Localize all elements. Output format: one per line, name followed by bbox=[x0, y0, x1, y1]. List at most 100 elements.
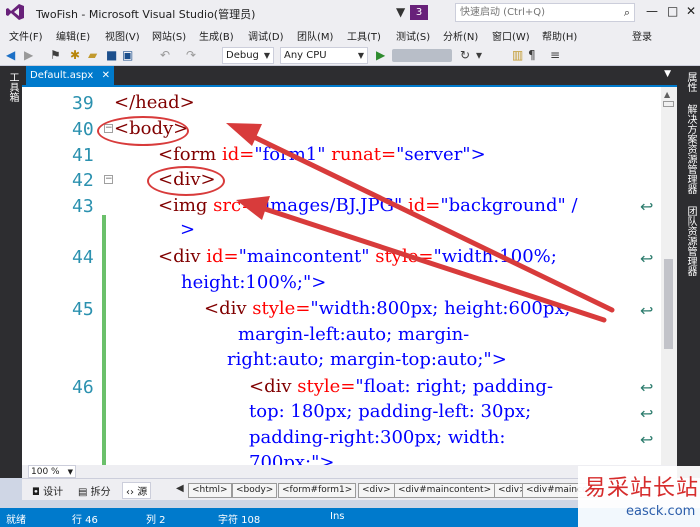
redo-icon[interactable]: ↷ bbox=[186, 48, 196, 62]
status-ready: 就绪 bbox=[6, 515, 26, 526]
code-editor[interactable]: 39 40 41 42 43 44 45 46 − − </head> <bod… bbox=[22, 87, 677, 465]
breadcrumb-div[interactable]: <div> bbox=[358, 483, 395, 498]
forward-icon[interactable]: ▶ bbox=[24, 48, 33, 62]
zoom-select[interactable]: 100 % ▼ bbox=[28, 465, 76, 478]
menu-window[interactable]: 窗口(W) bbox=[492, 28, 530, 43]
annotation-circle-div bbox=[147, 166, 225, 196]
code-line-39: </head> bbox=[114, 92, 195, 113]
menu-analyze[interactable]: 分析(N) bbox=[443, 28, 478, 43]
menu-test[interactable]: 测试(S) bbox=[396, 28, 430, 43]
breadcrumb-body[interactable]: <body> bbox=[232, 483, 278, 498]
code-line-46-wrap: padding-right:300px; width: bbox=[249, 427, 505, 448]
dropdown-icon[interactable]: ▾ bbox=[476, 48, 482, 62]
line-number: 46 bbox=[72, 377, 94, 398]
code-line-46-wrap: top: 180px; padding-left: 30px; bbox=[249, 401, 531, 422]
status-insert-mode: Ins bbox=[330, 511, 345, 522]
open-file-icon[interactable]: ▰ bbox=[88, 48, 97, 62]
scrollbar-thumb[interactable] bbox=[664, 259, 673, 349]
chevron-down-icon: ▼ bbox=[357, 51, 364, 60]
minimize-button[interactable]: — bbox=[646, 4, 658, 18]
attr-text: id= bbox=[402, 195, 441, 216]
watermark-en: easck.com bbox=[626, 504, 696, 519]
filter-icon[interactable]: ▼ bbox=[396, 5, 405, 19]
left-gap bbox=[0, 478, 22, 508]
annotation-circle-body bbox=[97, 116, 189, 146]
menu-build[interactable]: 生成(B) bbox=[199, 28, 234, 43]
quick-launch-input[interactable] bbox=[456, 4, 612, 21]
source-view-button[interactable]: ‹› 源 bbox=[122, 482, 152, 499]
search-icon[interactable]: ⌕ bbox=[624, 6, 630, 20]
value-text: "form1" bbox=[254, 144, 326, 165]
close-button[interactable]: ✕ bbox=[686, 4, 696, 18]
document-tab-strip: Default.aspx ✕ ▼ bbox=[22, 66, 677, 87]
blurred-browser-target[interactable] bbox=[392, 49, 452, 62]
new-project-icon[interactable]: ✱ bbox=[70, 48, 80, 62]
undo-icon[interactable]: ↶ bbox=[160, 48, 170, 62]
split-view-button[interactable]: ▤ 拆分 bbox=[78, 483, 111, 498]
attr-text: runat= bbox=[325, 144, 397, 165]
design-view-button[interactable]: ◘ 设计 bbox=[32, 483, 63, 498]
line-number: 43 bbox=[72, 196, 94, 217]
attr-text: id= bbox=[221, 144, 255, 165]
back-icon[interactable]: ◀ bbox=[6, 48, 15, 62]
notification-badge[interactable]: 3 bbox=[410, 5, 428, 20]
solution-explorer-tab[interactable]: 解决方案资源管理器 bbox=[683, 104, 698, 194]
code-line-44-wrap: height:100%;"> bbox=[181, 272, 326, 293]
value-text: "width:800px; height:600px; bbox=[310, 298, 571, 319]
menu-view[interactable]: 视图(V) bbox=[105, 28, 140, 43]
punct-text: > bbox=[470, 144, 486, 165]
chevron-down-icon: ▼ bbox=[263, 51, 270, 60]
platform-select[interactable]: Any CPU ▼ bbox=[280, 47, 368, 64]
site-watermark: 易采站长站 easck.com bbox=[578, 466, 700, 527]
code-line-46: <div style="float: right; padding- bbox=[249, 376, 553, 397]
start-debugging-icon[interactable]: ▶ bbox=[376, 48, 385, 62]
toolbox-label: 工具箱 bbox=[7, 72, 18, 102]
tag-text: <div bbox=[158, 246, 207, 267]
tab-default-aspx[interactable]: Default.aspx ✕ bbox=[26, 66, 114, 85]
line-number: 41 bbox=[72, 145, 94, 166]
configuration-value: Debug bbox=[226, 50, 259, 61]
properties-tab[interactable]: 属性 bbox=[683, 72, 698, 92]
menu-help[interactable]: 帮助(H) bbox=[542, 28, 577, 43]
format-icon[interactable]: ¶ bbox=[528, 48, 536, 62]
value-text: right:auto; margin-top:auto;"> bbox=[227, 349, 507, 370]
collapse-icon[interactable]: − bbox=[104, 175, 113, 184]
value-text: "width:100%; bbox=[433, 246, 557, 267]
line-number: 39 bbox=[72, 93, 94, 114]
code-line-46-wrap: 700px;"> bbox=[249, 452, 334, 465]
breadcrumb-form[interactable]: <form#form1> bbox=[278, 483, 357, 498]
toolbox-side-tab[interactable]: 工具箱 bbox=[0, 66, 22, 478]
status-line: 行 46 bbox=[72, 515, 98, 526]
bookmark-icon[interactable]: ⚑ bbox=[50, 48, 61, 62]
value-text: 700px;"> bbox=[249, 452, 335, 465]
configuration-select[interactable]: Debug ▼ bbox=[222, 47, 274, 64]
breadcrumb-prev-icon[interactable]: ◀ bbox=[176, 483, 184, 494]
tab-list-dropdown-icon[interactable]: ▼ bbox=[664, 69, 671, 79]
maximize-button[interactable]: □ bbox=[667, 4, 678, 18]
word-wrap-icon: ↩ bbox=[640, 404, 654, 423]
refresh-icon[interactable]: ↻ bbox=[460, 48, 470, 62]
value-text: "maincontent" bbox=[238, 246, 370, 267]
quick-launch[interactable]: ⌕ bbox=[455, 3, 635, 22]
comment-icon[interactable]: ≡ bbox=[550, 48, 560, 62]
split-handle[interactable] bbox=[663, 101, 674, 107]
menu-debug[interactable]: 调试(D) bbox=[248, 28, 284, 43]
close-icon[interactable]: ✕ bbox=[102, 66, 110, 85]
menu-team[interactable]: 团队(M) bbox=[297, 28, 333, 43]
menu-edit[interactable]: 编辑(E) bbox=[56, 28, 90, 43]
scroll-up-icon[interactable]: ▲ bbox=[664, 90, 670, 99]
toolbox-icon[interactable]: ▥ bbox=[512, 48, 523, 62]
menu-website[interactable]: 网站(S) bbox=[152, 28, 186, 43]
menu-tools[interactable]: 工具(T) bbox=[347, 28, 381, 43]
breadcrumb-maincontent[interactable]: <div#maincontent> bbox=[394, 483, 496, 498]
login-link[interactable]: 登录 bbox=[632, 28, 652, 43]
team-explorer-tab[interactable]: 团队资源管理器 bbox=[683, 206, 698, 276]
breadcrumb-html[interactable]: <html> bbox=[188, 483, 232, 498]
zoom-value: 100 % bbox=[31, 467, 60, 477]
vertical-scrollbar[interactable]: ▲ bbox=[661, 87, 677, 465]
menu-file[interactable]: 文件(F) bbox=[9, 28, 43, 43]
save-all-icon[interactable]: ▣ bbox=[122, 48, 133, 62]
window-title: TwoFish - Microsoft Visual Studio(管理员) bbox=[36, 8, 256, 21]
value-text: padding-right:300px; width: bbox=[249, 427, 506, 448]
save-icon[interactable]: ■ bbox=[106, 48, 117, 62]
